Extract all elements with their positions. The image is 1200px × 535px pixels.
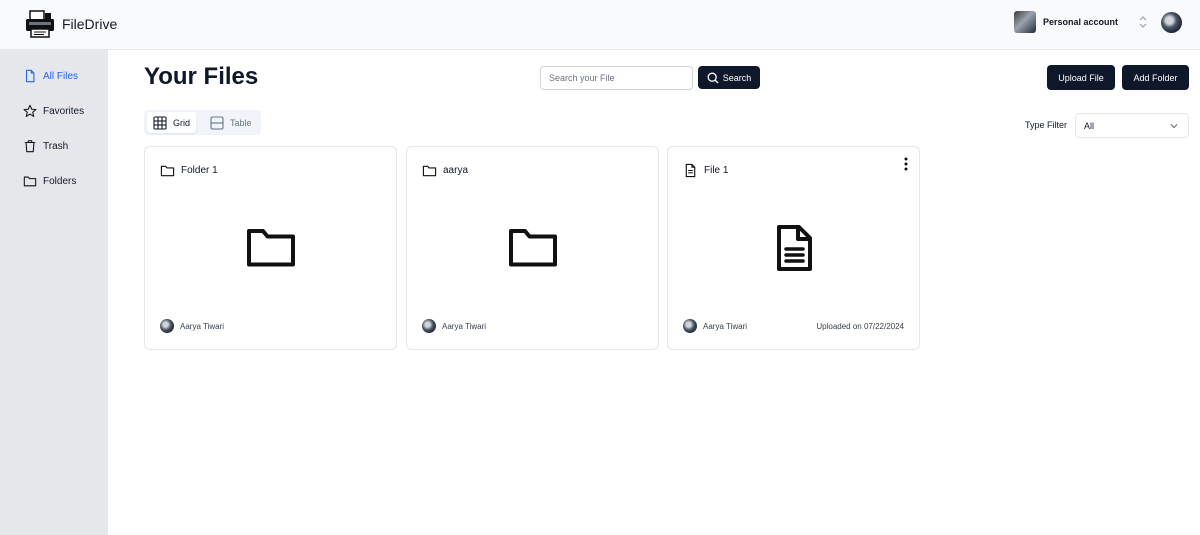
- tab-table-label: Table: [230, 117, 252, 128]
- type-filter-label: Type Filter: [1025, 120, 1068, 130]
- tab-grid[interactable]: Grid: [147, 112, 197, 133]
- file-card[interactable]: aarya Aarya Tiwari: [406, 146, 659, 350]
- card-owner: Aarya Tiwari: [160, 319, 224, 333]
- card-preview: [145, 222, 396, 274]
- star-icon: [23, 104, 37, 117]
- top-header: FileDrive Personal account: [0, 0, 1200, 50]
- file-card[interactable]: File 1 Aarya Tiwari Uploaded on 07/22/20…: [667, 146, 920, 350]
- card-header: File 1: [683, 163, 728, 178]
- search-button-label: Search: [722, 72, 752, 83]
- avatar: [160, 319, 174, 333]
- sidebar-item-all-files[interactable]: All Files: [23, 69, 78, 83]
- sidebar-item-label: Folders: [43, 175, 77, 187]
- card-preview: [407, 222, 658, 274]
- owner-name: Aarya Tiwari: [442, 321, 487, 331]
- upload-file-button[interactable]: Upload File: [1047, 65, 1115, 90]
- sidebar-item-folders[interactable]: Folders: [23, 174, 76, 188]
- card-header: Folder 1: [160, 163, 218, 178]
- card-title: aarya: [443, 165, 469, 176]
- file-card[interactable]: Folder 1 Aarya Tiwari: [144, 146, 397, 350]
- file-icon: [25, 69, 35, 83]
- grid-icon: [153, 115, 167, 130]
- org-avatar: [1014, 11, 1036, 33]
- file-text-icon: [685, 163, 696, 178]
- search-button[interactable]: Search: [698, 66, 760, 89]
- card-header: aarya: [422, 163, 468, 178]
- sidebar-item-trash[interactable]: Trash: [23, 139, 68, 153]
- folder-icon: [508, 229, 557, 267]
- card-title: Folder 1: [181, 165, 218, 176]
- upload-date: Uploaded on 07/22/2024: [816, 322, 904, 331]
- sidebar-item-label: Favorites: [43, 105, 85, 117]
- folder-icon: [160, 165, 175, 177]
- trash-icon: [24, 140, 36, 153]
- app-name: FileDrive: [62, 16, 118, 32]
- tab-grid-label: Grid: [173, 117, 191, 128]
- type-filter-value: All: [1084, 120, 1095, 131]
- view-toggle: Grid Table: [144, 110, 261, 135]
- card-owner: Aarya Tiwari: [683, 319, 747, 333]
- sidebar-item-label: Trash: [43, 140, 69, 152]
- chevron-down-icon: [1170, 124, 1178, 129]
- table-icon: [210, 115, 224, 130]
- sidebar: All Files Favorites Trash Folders: [0, 50, 108, 535]
- folder-icon: [246, 229, 295, 267]
- account-switcher[interactable]: Personal account: [1014, 11, 1182, 33]
- sidebar-item-label: All Files: [43, 70, 79, 82]
- account-name: Personal account: [1043, 17, 1119, 27]
- add-folder-button[interactable]: Add Folder: [1122, 65, 1189, 90]
- folder-icon: [23, 176, 37, 187]
- user-avatar[interactable]: [1161, 11, 1182, 33]
- avatar: [422, 319, 436, 333]
- sidebar-item-favorites[interactable]: Favorites: [23, 104, 84, 118]
- search-icon: [707, 72, 719, 83]
- page-title: Your Files: [144, 63, 259, 90]
- more-vertical-icon[interactable]: [901, 156, 911, 172]
- owner-name: Aarya Tiwari: [180, 321, 225, 331]
- chevrons-up-down-icon[interactable]: [1137, 14, 1149, 30]
- tab-table[interactable]: Table: [204, 112, 258, 133]
- type-filter-select[interactable]: All: [1075, 113, 1189, 138]
- printer-logo-icon: [26, 10, 54, 38]
- avatar: [683, 319, 697, 333]
- file-text-icon: [776, 225, 812, 271]
- owner-name: Aarya Tiwari: [703, 321, 748, 331]
- app-logo[interactable]: FileDrive: [24, 10, 117, 38]
- card-title: File 1: [704, 165, 729, 176]
- card-preview: [668, 222, 919, 274]
- folder-icon: [422, 165, 437, 177]
- card-owner: Aarya Tiwari: [422, 319, 486, 333]
- search-input[interactable]: [540, 66, 693, 90]
